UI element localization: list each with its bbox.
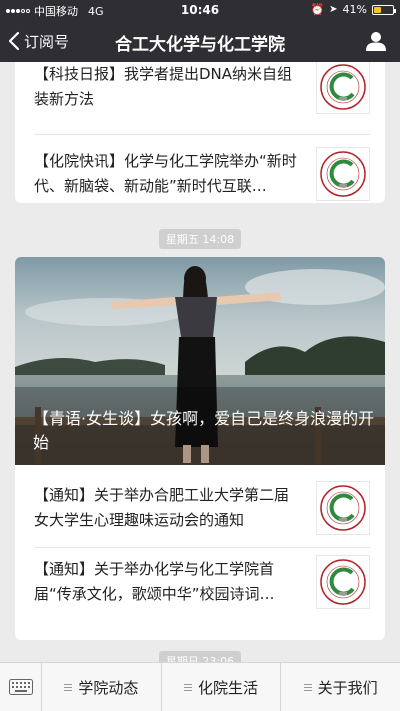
- article-title: 【科技日报】我学者提出DNA纳米自组装新方法: [34, 65, 293, 108]
- article-title: 【通知】关于举办化学与化工学院首届“传承文化，歌颂中华”校园诗词…: [34, 560, 275, 603]
- status-right: ⏰ ➤ 41%: [310, 3, 396, 16]
- profile-icon[interactable]: [364, 30, 388, 52]
- menu-label: 化院生活: [198, 678, 259, 697]
- article-title: 【化院快讯】化学与化工学院举办“新时代、新脑袋、新动能”新时代互联…: [34, 152, 297, 195]
- chevron-left-icon: [8, 31, 20, 51]
- cover-article[interactable]: 【青语·女生谈】女孩啊，爱自己是终身浪漫的开始: [15, 257, 385, 465]
- college-logo-icon: [320, 559, 366, 605]
- custom-menu-bar: 学院动态 化院生活 关于我们: [0, 662, 400, 711]
- article-item[interactable]: 【化院快讯】化学与化工学院举办“新时代、新脑袋、新动能”新时代互联…: [34, 147, 370, 203]
- menu-list-icon: [184, 683, 192, 691]
- article-card: 【科技日报】我学者提出DNA纳米自组装新方法 【化院快讯】化学与化工学院举办“新…: [15, 62, 385, 203]
- message-feed[interactable]: 【科技日报】我学者提出DNA纳米自组装新方法 【化院快讯】化学与化工学院举办“新…: [0, 62, 400, 662]
- location-icon: ➤: [329, 4, 338, 15]
- menu-list-icon: [303, 683, 312, 691]
- back-button[interactable]: 订阅号: [8, 28, 69, 54]
- menu-list-icon: [64, 683, 73, 691]
- college-logo-icon: [320, 485, 366, 531]
- menu-college-news[interactable]: 学院动态: [42, 663, 162, 711]
- article-title: 【通知】关于举办合肥工业大学第二届女大学生心理趣味运动会的通知: [34, 486, 290, 529]
- message-timestamp: 星期日 23:06: [0, 650, 400, 662]
- keyboard-icon: [8, 679, 33, 695]
- message-timestamp: 星期五 14:08: [0, 228, 400, 249]
- battery-icon: [372, 4, 396, 15]
- article-item[interactable]: 【通知】关于举办化学与化工学院首届“传承文化，歌颂中华”校园诗词…: [34, 555, 370, 633]
- college-logo-thumb: [316, 147, 370, 201]
- battery-fill: [374, 6, 382, 13]
- cover-article-title: 【青语·女生谈】女孩啊，爱自己是终身浪漫的开始: [33, 409, 375, 452]
- item-divider: [34, 134, 370, 135]
- alarm-icon: ⏰: [310, 3, 325, 16]
- back-label: 订阅号: [24, 32, 70, 51]
- item-divider: [34, 547, 370, 548]
- menu-label: 学院动态: [78, 678, 139, 697]
- page-title: 合工大化学与化工学院: [115, 35, 285, 55]
- menu-about-us[interactable]: 关于我们: [281, 663, 400, 711]
- keyboard-toggle-button[interactable]: [0, 663, 42, 711]
- college-logo-icon: [320, 151, 366, 197]
- battery-percent: 41%: [342, 3, 367, 16]
- status-bar: 中国移动 4G 10:46 ⏰ ➤ 41%: [0, 0, 400, 20]
- college-logo-thumb: [316, 555, 370, 609]
- timestamp-label: 星期五 14:08: [158, 229, 242, 249]
- menu-college-life[interactable]: 化院生活: [162, 663, 282, 711]
- timestamp-label: 星期日 23:06: [158, 651, 242, 662]
- college-logo-icon: [320, 64, 366, 110]
- article-card: 【青语·女生谈】女孩啊，爱自己是终身浪漫的开始 【通知】关于举办合肥工业大学第二…: [15, 257, 385, 640]
- menu-label: 关于我们: [317, 678, 378, 697]
- article-item[interactable]: 【科技日报】我学者提出DNA纳米自组装新方法: [34, 62, 370, 138]
- nav-bar: 订阅号 合工大化学与化工学院: [0, 20, 400, 62]
- college-logo-thumb: [316, 481, 370, 535]
- college-logo-thumb: [316, 62, 370, 114]
